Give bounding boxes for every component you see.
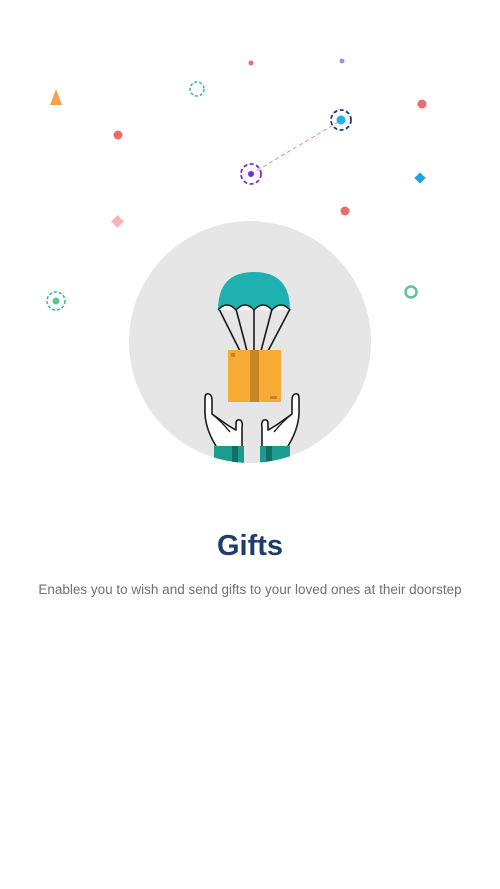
page-title: Gifts: [216, 530, 284, 562]
page-description: Enables you to wish and send gifts to yo…: [38, 582, 462, 597]
dot-shape: [339, 58, 345, 64]
dot-shape: [417, 99, 427, 109]
dashed-ring-shape: [240, 163, 262, 185]
dot-shape: [248, 60, 254, 66]
dashed-ring-shape: [330, 109, 352, 131]
diamond-shape: [111, 215, 124, 228]
diamond-shape: [414, 172, 426, 184]
dashed-ring-shape: [189, 81, 205, 97]
dashed-ring-shape: [46, 291, 66, 311]
gift-parachute-illustration: [46, 58, 427, 463]
gift-box-icon: [228, 350, 281, 402]
connector-line: [250, 120, 341, 175]
illustration-circle: [129, 221, 371, 463]
dot-shape: [340, 206, 350, 216]
triangle-shape: [50, 89, 62, 105]
ring-shape: [404, 285, 418, 299]
dot-shape: [113, 130, 123, 140]
